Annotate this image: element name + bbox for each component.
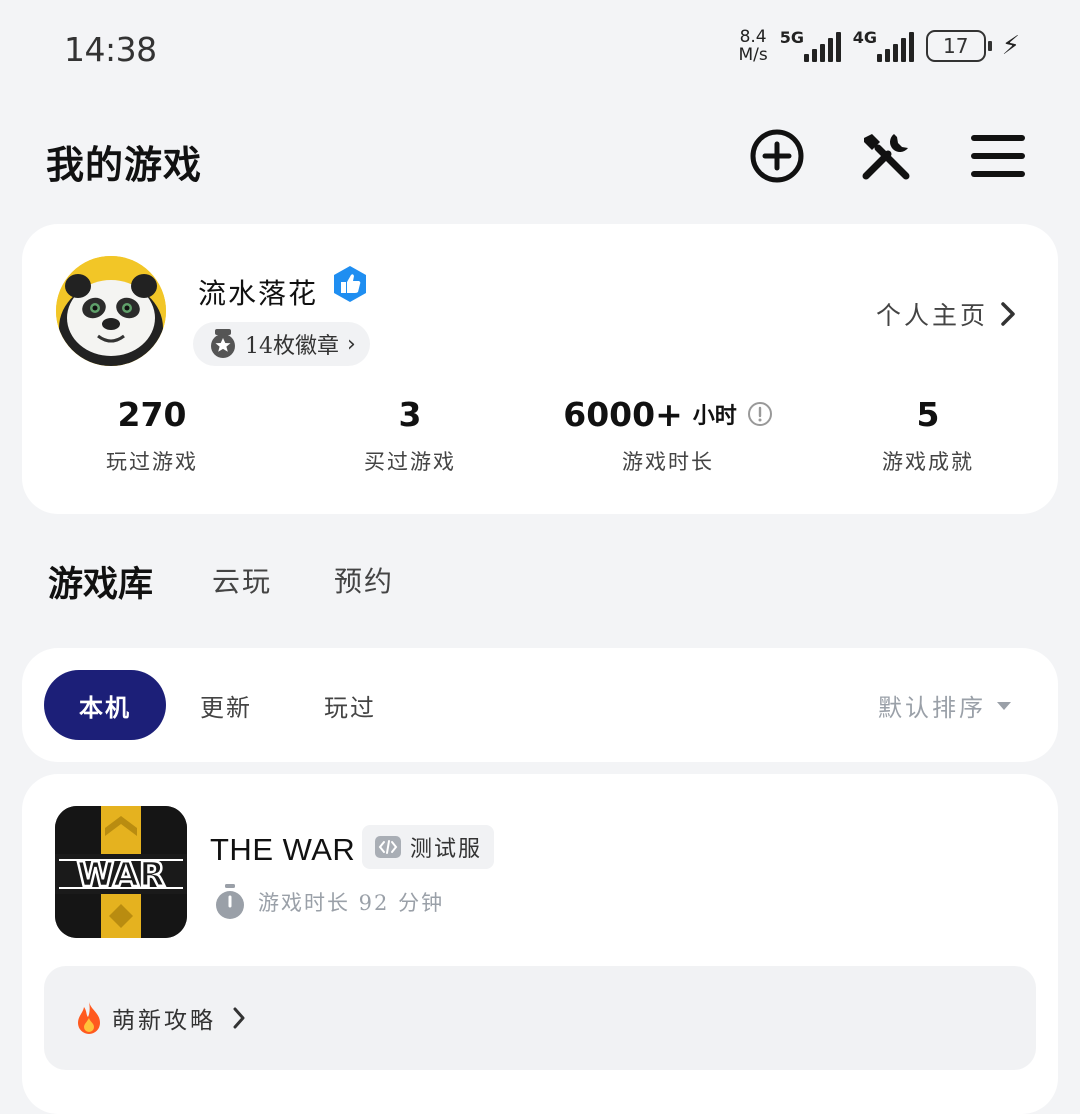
status-indicators: 8.4 M/s 5G 4G 17 ⚡	[738, 24, 1020, 68]
profile-link-label: 个人主页	[875, 301, 988, 330]
stats-row: 270 玩过游戏 3 买过游戏 6000+ 小时 游戏时长 5 游戏成就	[22, 392, 1058, 482]
game-card[interactable]: WAR THE WAR 测试服 游戏时长 92 分钟 萌新攻略	[22, 774, 1058, 1114]
avatar[interactable]	[56, 256, 166, 366]
menu-button[interactable]	[970, 128, 1026, 184]
stat-games-played[interactable]: 270 玩过游戏	[32, 392, 272, 476]
tools-icon	[862, 134, 910, 180]
profile-home-link[interactable]: 个人主页	[876, 296, 1016, 332]
filter-chip-played[interactable]: 玩过	[324, 670, 376, 740]
signal-5g-icon: 5G	[780, 28, 841, 62]
play-time-label: 游戏时长 92 分钟	[258, 891, 445, 915]
filter-chip-updates[interactable]: 更新	[200, 670, 252, 740]
stat-games-bought[interactable]: 3 买过游戏	[290, 392, 530, 476]
tab-reservation[interactable]: 预约	[334, 560, 394, 600]
plus-circle-icon	[750, 129, 804, 183]
charging-icon: ⚡	[1001, 31, 1020, 61]
hamburger-menu-icon	[971, 135, 1025, 177]
code-icon	[375, 836, 401, 858]
badge-count-label: 14枚徽章	[245, 334, 339, 359]
chevron-right-icon	[1001, 302, 1015, 326]
page-title: 我的游戏	[46, 143, 203, 187]
filter-bar: 本机 更新 玩过 默认排序	[22, 648, 1058, 762]
chevron-right-icon	[233, 1007, 245, 1029]
sort-label: 默认排序	[878, 694, 986, 722]
add-game-button[interactable]	[749, 128, 805, 184]
beginner-guide-button[interactable]: 萌新攻略	[44, 966, 1036, 1070]
status-time: 14:38	[64, 30, 157, 69]
medal-icon	[211, 329, 235, 358]
username: 流水落花	[198, 277, 319, 310]
filter-chip-local[interactable]: 本机	[44, 670, 166, 740]
stat-achievements[interactable]: 5 游戏成就	[808, 392, 1048, 476]
stat-play-hours[interactable]: 6000+ 小时 游戏时长	[548, 392, 788, 476]
tab-cloud-play[interactable]: 云玩	[212, 560, 272, 600]
game-title: THE WAR	[210, 832, 356, 867]
verified-thumb-icon	[332, 265, 368, 303]
test-server-tag: 测试服	[362, 825, 495, 869]
network-speed: 8.4 M/s	[738, 27, 768, 65]
tab-game-library[interactable]: 游戏库	[48, 556, 168, 607]
info-icon[interactable]	[747, 401, 773, 427]
fire-icon	[78, 1002, 100, 1034]
sort-dropdown[interactable]: 默认排序	[878, 688, 1012, 723]
panda-avatar-image	[56, 256, 166, 366]
status-bar: 14:38 8.4 M/s 5G 4G 17 ⚡	[0, 0, 1080, 100]
caret-down-icon	[997, 701, 1011, 710]
game-icon-image[interactable]: WAR	[55, 806, 187, 938]
play-time: 游戏时长 92 分钟	[214, 884, 444, 920]
signal-4g-icon: 4G	[853, 28, 914, 62]
chevron-right-icon: ›	[347, 331, 356, 357]
battery-icon: 17	[925, 30, 992, 62]
badges-button[interactable]: 14枚徽章 ›	[193, 322, 370, 366]
stopwatch-icon	[216, 884, 244, 919]
tools-button[interactable]	[858, 128, 914, 184]
guide-label: 萌新攻略	[112, 1008, 216, 1034]
profile-card: 流水落花 14枚徽章 › 个人主页 270 玩过游戏 3 买过游戏 6000+ …	[22, 224, 1058, 514]
